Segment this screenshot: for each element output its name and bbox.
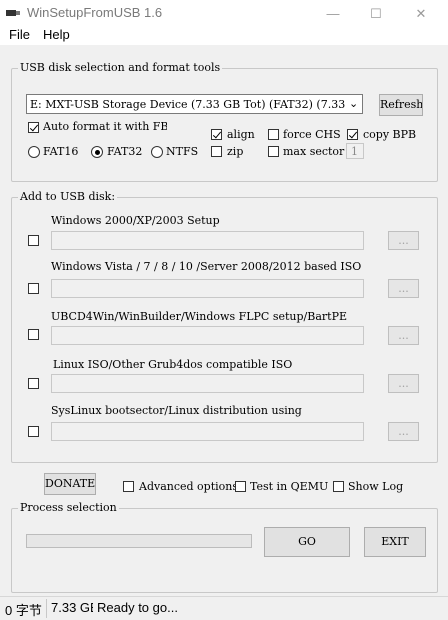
copy-bpb-label: copy BPB [363,128,417,141]
status-size: 7.33 GB [51,600,93,615]
align-label: align [227,128,255,141]
source-path-winxp [51,231,364,250]
align-checkbox[interactable] [211,129,222,140]
max-sector-checkbox[interactable] [268,146,279,157]
source-label-linux: Linux ISO/Other Grub4dos compatible ISO [53,358,293,371]
source-path-linux [51,374,364,393]
ntfs-radio[interactable] [151,146,163,158]
qemu-label: Test in QEMU [250,480,329,493]
status-message: Ready to go... [97,600,178,615]
status-bytes: 0 字节 [5,603,42,618]
source-path-ubcd [51,326,364,345]
title-bar: WinSetupFromUSB 1.6 — ☐ ✕ [0,0,448,27]
ntfs-label: NTFS [166,145,199,158]
fat32-label: FAT32 [107,145,143,158]
fat16-label: FAT16 [43,145,79,158]
usb-disk-value: E: MXT-USB Storage Device (7.33 GB Tot) … [30,98,345,111]
max-sector-value: 1 [351,145,358,158]
copy-bpb-checkbox[interactable] [347,129,358,140]
usb-app-icon [6,10,20,16]
minimize-button[interactable]: — [310,0,356,27]
menu-file[interactable]: File [9,27,30,42]
show-log-label: Show Log [348,480,404,493]
browse-button-syslinux[interactable]: ... [388,422,419,441]
source-checkbox-ubcd[interactable] [28,329,39,340]
go-button[interactable]: GO [264,527,350,557]
process-group-title: Process selection [18,501,119,514]
browse-button-winxp[interactable]: ... [388,231,419,250]
source-checkbox-winxp[interactable] [28,235,39,246]
force-chs-checkbox[interactable] [268,129,279,140]
add-group-title: Add to USB disk: [18,190,118,203]
auto-format-label: Auto format it with FBinst [43,120,167,133]
force-chs-label: force CHS [283,128,341,141]
advanced-options-label: Advanced options [139,480,239,493]
chevron-down-icon: ⌄ [349,97,359,110]
usb-group-title: USB disk selection and format tools [18,61,223,74]
auto-format-checkbox[interactable] [28,122,39,133]
close-button[interactable]: ✕ [398,0,444,27]
usb-disk-select[interactable]: E: MXT-USB Storage Device (7.33 GB Tot) … [26,94,363,114]
status-separator [46,599,47,618]
source-label-winxp: Windows 2000/XP/2003 Setup [51,214,220,227]
exit-button[interactable]: EXIT [364,527,426,557]
fat32-radio[interactable] [91,146,103,158]
source-label-syslinux: SysLinux bootsector/Linux distribution u… [51,404,302,417]
status-bar: 0 字节 7.33 GB Ready to go... [0,596,448,620]
progress-bar [26,534,252,548]
browse-button-ubcd[interactable]: ... [388,326,419,345]
zip-checkbox[interactable] [211,146,222,157]
source-checkbox-linux[interactable] [28,378,39,389]
source-path-vista [51,279,364,298]
source-label-vista: Windows Vista / 7 / 8 / 10 /Server 2008/… [51,260,362,273]
window-title: WinSetupFromUSB 1.6 [27,5,163,20]
source-checkbox-vista[interactable] [28,283,39,294]
max-sector-input[interactable]: 1 [346,143,364,159]
source-checkbox-syslinux[interactable] [28,426,39,437]
advanced-options-checkbox[interactable] [123,481,134,492]
menu-help[interactable]: Help [43,27,70,42]
source-label-ubcd: UBCD4Win/WinBuilder/Windows FLPC setup/B… [51,310,347,323]
donate-button[interactable]: DONATE [44,473,96,495]
menu-bar: File Help [0,27,448,45]
refresh-button[interactable]: Refresh [379,94,423,116]
max-sector-label: max sector [283,145,345,158]
qemu-checkbox[interactable] [235,481,246,492]
browse-button-linux[interactable]: ... [388,374,419,393]
zip-label: zip [227,145,244,158]
source-path-syslinux [51,422,364,441]
maximize-button[interactable]: ☐ [353,0,399,27]
show-log-checkbox[interactable] [333,481,344,492]
browse-button-vista[interactable]: ... [388,279,419,298]
fat16-radio[interactable] [28,146,40,158]
